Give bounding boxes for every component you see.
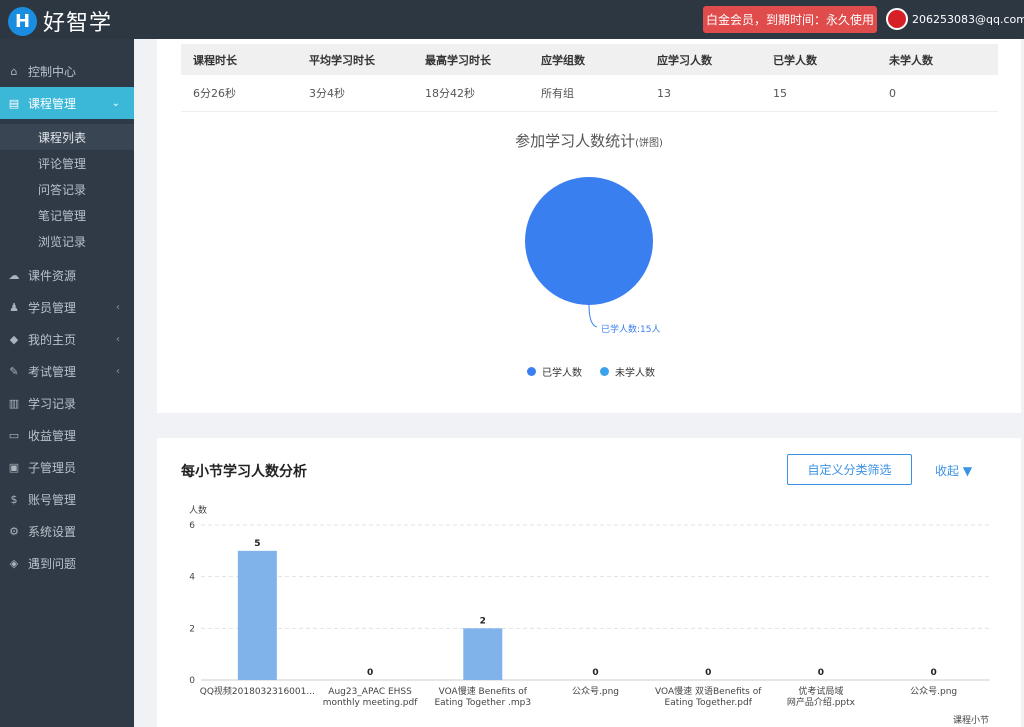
x-tick-label: 公众号.png (910, 686, 957, 697)
chevron-left-icon: ‹ (116, 333, 120, 345)
bar-value-label: 0 (367, 668, 373, 678)
x-tick-label: 优考试局域 (798, 685, 843, 697)
graduation-icon: ◆ (9, 332, 19, 346)
chevron-left-icon: ‹ (116, 365, 120, 377)
sidebar-item-label: 我的主页 (28, 332, 77, 347)
pie-slice[interactable] (525, 177, 653, 305)
pie-chart: 已学人数:15人 (525, 177, 661, 335)
sidebar-item-11[interactable]: ◈ 遇到问题 (0, 547, 134, 579)
bar-value-label: 0 (931, 668, 937, 678)
pie-legend: 已学人数 未学人数 (527, 364, 673, 379)
sidebar-item-2[interactable]: ☁ 课件资源 (0, 259, 134, 291)
bar-chart: 人数 0 2 4 6 5 QQ视频2018032316001... 0 Aug23_APAC E… (189, 504, 990, 726)
x-tick-label: Aug23_APAC EHSS (328, 687, 412, 697)
dollar-icon: $ (10, 492, 18, 506)
legend-item-unlearned[interactable]: 未学人数 (600, 364, 655, 379)
pie-label-line (588, 304, 598, 328)
bar-value-label: 0 (705, 668, 711, 678)
tag-alt-icon: ◈ (9, 556, 19, 570)
logo[interactable]: H 好智学 (8, 5, 112, 37)
x-tick-label: 公众号.png (572, 686, 619, 697)
bar[interactable] (237, 550, 277, 680)
logo-mark: H (8, 6, 37, 36)
user-email[interactable]: 206253083@qq.com (912, 13, 1024, 26)
sidebar-subitem-1[interactable]: 评论管理 (0, 150, 134, 176)
legend-label-learned: 已学人数 (542, 368, 582, 379)
book-icon: ▤ (8, 96, 20, 110)
chevron-left-icon: ‹ (116, 301, 120, 313)
x-tick-label: QQ视频2018032316001... (200, 685, 315, 697)
x-tick-label: monthly meeting.pdf (323, 698, 418, 708)
sidebar-item-label: 收益管理 (28, 428, 77, 443)
sidebar-item-0[interactable]: ⌂ 控制中心 (0, 55, 134, 87)
x-tick-label: 网产品介绍.pptx (787, 696, 856, 708)
gear-icon: ⚙ (9, 524, 19, 538)
sidebar-item-3[interactable]: ♟ 学员管理 ‹ (0, 291, 134, 323)
legend-dot-unlearned (600, 367, 609, 376)
sidebar-item-label: 学习记录 (28, 396, 77, 411)
sidebar-item-10[interactable]: ⚙ 系统设置 (0, 515, 134, 547)
legend-item-learned[interactable]: 已学人数 (527, 364, 582, 379)
sidebar-item-label: 账号管理 (28, 492, 77, 507)
sidebar-item-4[interactable]: ◆ 我的主页 ‹ (0, 323, 134, 355)
x-tick-label: VOA慢速 Benefits of (439, 685, 528, 697)
sidebar-subitem-3[interactable]: 笔记管理 (0, 202, 134, 228)
course-stats-card: 课程时长 平均学习时长 最高学习时长 应学组数 应学习人数 已学人数 未学人数 6分26秒 3… (157, 39, 1021, 413)
membership-badge[interactable]: 白金会员，到期时间：永久使用 (703, 6, 877, 33)
avatar[interactable] (886, 8, 908, 30)
sidebar-item-label: 课件资源 (28, 268, 77, 283)
card-icon: ▭ (8, 428, 20, 442)
sidebar: ⌂ 控制中心 ▤ 课程管理 ⌄ ☁ 课件资源 ♟ 学员管理 ‹ ◆ 我的主页 ‹ ✎ 考试管理 ‹ ▥ 学习记录 ▭… (0, 39, 134, 727)
bar-value-label: 0 (592, 668, 598, 678)
sidebar-subitem-2[interactable]: 问答记录 (0, 176, 134, 202)
sidebar-item-9[interactable]: $ 账号管理 (0, 483, 134, 515)
book-open-icon: ▥ (8, 396, 20, 410)
sidebar-item-label: 系统设置 (28, 524, 77, 539)
top-bar: H 好智学 白金会员，到期时间：永久使用 206253083@qq.com ﹀ (0, 0, 1024, 39)
section-analysis-card: 每小节学习人数分析 自定义分类筛选 收起 ▼ 人数 0 2 4 6 5 QQ视频201803… (157, 438, 1021, 727)
tag-icon: ✎ (9, 364, 19, 378)
sidebar-item-7[interactable]: ▭ 收益管理 (0, 419, 134, 451)
sidebar-item-label: 学员管理 (28, 300, 77, 315)
lock-icon: ▣ (8, 460, 20, 474)
y-tick-label: 0 (189, 676, 195, 686)
y-tick-label: 4 (189, 573, 195, 583)
sidebar-item-label: 控制中心 (28, 64, 77, 79)
y-tick-label: 6 (189, 521, 195, 531)
sidebar-item-label: 课程管理 (28, 96, 77, 111)
sidebar-item-label: 遇到问题 (28, 556, 77, 571)
sidebar-item-label: 子管理员 (28, 460, 77, 475)
sidebar-item-1[interactable]: ▤ 课程管理 ⌄ (0, 87, 134, 119)
logo-text: 好智学 (43, 11, 113, 36)
x-tick-label: VOA慢速 双语Benefits of (655, 685, 762, 697)
sidebar-subitem-4[interactable]: 浏览记录 (0, 228, 134, 254)
bar[interactable] (463, 628, 503, 680)
y-axis-label: 人数 (189, 504, 207, 516)
bar-value-label: 5 (254, 539, 260, 549)
bar-value-label: 0 (818, 668, 824, 678)
x-axis-label: 课程小节 (953, 715, 989, 726)
users-icon: ♟ (9, 300, 19, 314)
sidebar-subitem-0[interactable]: 课程列表 (0, 124, 134, 150)
bar-value-label: 2 (480, 616, 486, 626)
sidebar-item-6[interactable]: ▥ 学习记录 (0, 387, 134, 419)
legend-dot-learned (527, 367, 536, 376)
user-menu[interactable]: 206253083@qq.com ﹀ (886, 8, 1024, 30)
y-tick-label: 2 (189, 624, 195, 634)
chevron-down-icon: ⌄ (111, 97, 120, 109)
sidebar-item-label: 考试管理 (28, 364, 77, 379)
sidebar-item-8[interactable]: ▣ 子管理员 (0, 451, 134, 483)
x-tick-label: Eating Together.pdf (665, 698, 753, 708)
cloud-icon: ☁ (8, 268, 20, 282)
sidebar-item-5[interactable]: ✎ 考试管理 ‹ (0, 355, 134, 387)
home-icon: ⌂ (10, 64, 18, 78)
x-tick-label: Eating Together .mp3 (434, 698, 531, 708)
pie-slice-label: 已学人数:15人 (601, 323, 661, 335)
legend-label-unlearned: 未学人数 (615, 368, 655, 379)
